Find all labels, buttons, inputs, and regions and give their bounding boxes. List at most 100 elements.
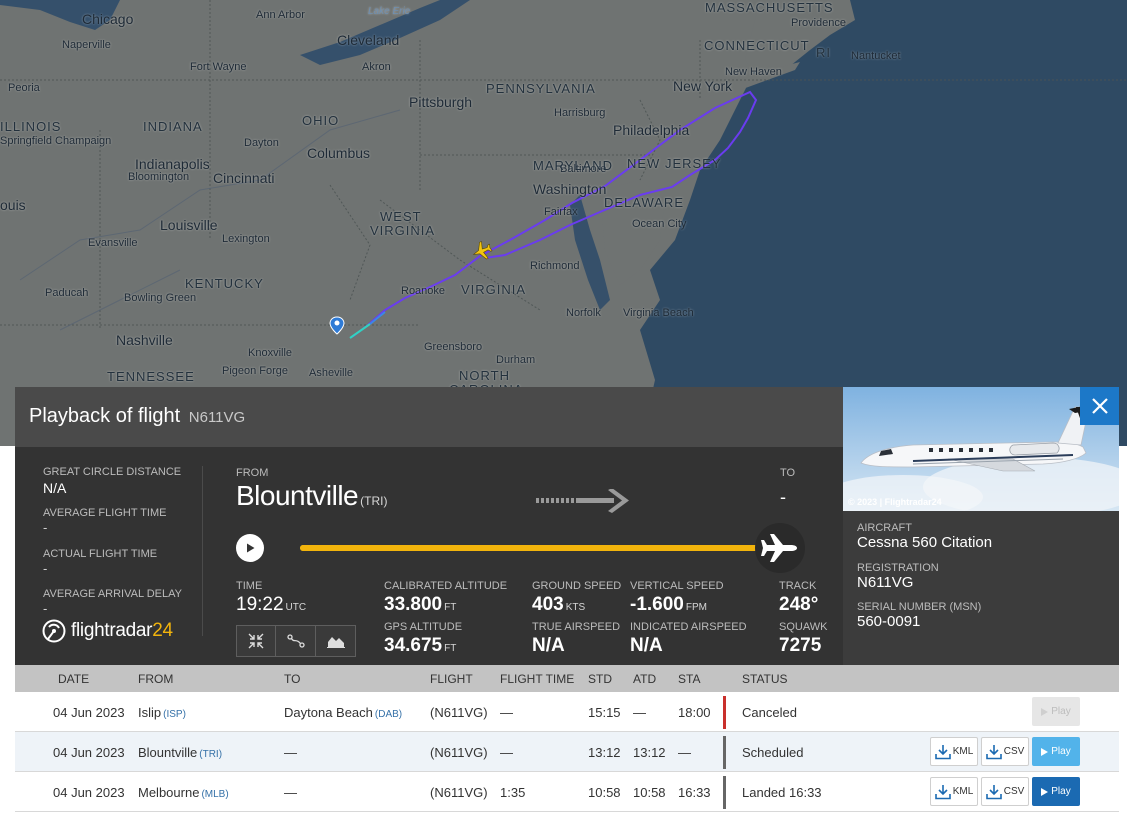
row-to-city: Daytona Beach xyxy=(284,705,373,720)
panel-title-registration: N611VG xyxy=(188,409,246,426)
row-to: — xyxy=(284,785,297,800)
collapse-icon xyxy=(248,633,264,649)
column-date: DATE xyxy=(58,672,90,686)
track-label: TRACK xyxy=(779,580,817,592)
playback-progress-fill xyxy=(300,545,780,551)
download-kml-button[interactable]: KML xyxy=(930,737,978,766)
column-to: TO xyxy=(284,672,301,686)
row-to: Daytona Beach (DAB) xyxy=(284,705,402,720)
close-button[interactable] xyxy=(1080,387,1119,425)
average-flight-time-label: AVERAGE FLIGHT TIME xyxy=(43,507,167,519)
calibrated-altitude-number: 33.800 xyxy=(384,594,443,615)
airplane-icon xyxy=(761,534,797,562)
altitude-graph-button[interactable] xyxy=(316,625,356,657)
map-state-label: PENNSYLVANIA xyxy=(486,81,596,96)
row-date: 04 Jun 2023 xyxy=(53,705,125,720)
column-std: STD xyxy=(588,672,612,686)
row-flight: (N611VG) xyxy=(430,785,488,800)
panel-title: Playback of flight N611VG xyxy=(29,405,245,428)
registration-value: N611VG xyxy=(857,574,914,591)
great-circle-distance-value: N/A xyxy=(43,480,67,496)
map-city-label: Pittsburgh xyxy=(409,94,473,110)
play-flight-button[interactable]: Play xyxy=(1032,777,1080,806)
csv-label: CSV xyxy=(1003,786,1025,797)
download-icon xyxy=(934,744,951,759)
from-city: Blountville (TRI) xyxy=(236,480,387,512)
row-sta: 16:33 xyxy=(678,785,711,800)
download-icon xyxy=(934,784,951,799)
map-city-label: Indianapolis xyxy=(135,156,210,172)
time-value: 19:22 UTC xyxy=(236,594,306,616)
map-state-label: WEST xyxy=(380,209,422,224)
route-toggle-button[interactable] xyxy=(276,625,316,657)
map-state-label: NEW JERSEY xyxy=(627,156,722,171)
aircraft-photo[interactable]: © 2023 | Flightradar24 xyxy=(843,387,1119,511)
row-std: 13:12 xyxy=(588,745,621,760)
map-city-label: ouis xyxy=(0,197,26,213)
row-from-code[interactable]: (TRI) xyxy=(199,749,222,760)
map-city-label: Ann Arbor xyxy=(256,9,305,21)
download-csv-button[interactable]: CSV xyxy=(981,737,1029,766)
row-from: Islip (ISP) xyxy=(138,705,186,720)
row-status: Scheduled xyxy=(742,745,804,760)
flight-playback-panel: Playback of flight N611VG GREAT CIRCLE D… xyxy=(15,387,1119,665)
row-from-code[interactable]: (MLB) xyxy=(201,789,228,800)
map-city-label: New York xyxy=(673,78,733,94)
column-atd: ATD xyxy=(633,672,657,686)
to-value: - xyxy=(780,487,786,507)
row-to-code[interactable]: (DAB) xyxy=(375,709,402,720)
map-city-label: Louisville xyxy=(160,217,218,233)
play-flight-button[interactable]: Play xyxy=(1032,737,1080,766)
aircraft-type-value: Cessna 560 Citation xyxy=(857,534,993,551)
map-city-label: Harrisburg xyxy=(554,107,606,119)
time-unit: UTC xyxy=(285,602,307,613)
download-kml-button[interactable]: KML xyxy=(930,777,978,806)
row-from: Melbourne (MLB) xyxy=(138,785,229,800)
playback-slider-handle[interactable] xyxy=(755,523,805,573)
true-airspeed-value: N/A xyxy=(532,635,565,656)
row-std: 10:58 xyxy=(588,785,621,800)
ground-speed-unit: KTS xyxy=(565,602,586,613)
vertical-speed-number: -1.600 xyxy=(630,594,684,615)
table-row: 04 Jun 2023 Melbourne (MLB) — (N611VG) 1:… xyxy=(15,772,1119,812)
vertical-speed-unit: FPM xyxy=(685,602,707,613)
map-city-label: Pigeon Forge xyxy=(222,365,289,377)
play-flight-button[interactable]: Play xyxy=(1032,697,1080,726)
from-city-name: Blountville xyxy=(236,480,359,511)
row-atd: 13:12 xyxy=(633,745,666,760)
route-icon xyxy=(286,634,305,648)
average-arrival-delay-label: AVERAGE ARRIVAL DELAY xyxy=(43,588,182,600)
to-label: TO xyxy=(780,467,796,479)
gps-altitude-value: 34.675 FT xyxy=(384,635,456,657)
play-icon xyxy=(1041,707,1049,716)
map-city-label: Peoria xyxy=(8,82,40,94)
collapse-view-button[interactable] xyxy=(236,625,276,657)
download-csv-button[interactable]: CSV xyxy=(981,777,1029,806)
map-city-label: Philadelphia xyxy=(613,122,690,138)
row-atd: 10:58 xyxy=(633,785,666,800)
aircraft-map-icon xyxy=(472,241,493,260)
column-status: STATUS xyxy=(742,672,788,686)
map-city-label: Bowling Green xyxy=(124,292,197,304)
column-sta: STA xyxy=(678,672,701,686)
map-city-label: Chicago xyxy=(82,11,134,27)
row-from-city: Melbourne xyxy=(138,785,200,800)
calibrated-altitude-label: CALIBRATED ALTITUDE xyxy=(384,580,508,592)
map-water-label: Lake Erie xyxy=(368,6,411,17)
left-divider xyxy=(202,466,203,636)
row-from-code[interactable]: (ISP) xyxy=(163,709,186,720)
map-city-label: Columbus xyxy=(307,145,371,161)
ground-speed-number: 403 xyxy=(532,594,564,615)
logo-text-accent: 24 xyxy=(152,620,173,641)
map-city-label: Dayton xyxy=(244,137,279,149)
average-flight-time-value: - xyxy=(43,520,48,535)
row-from-city: Blountville xyxy=(138,745,198,760)
map-city-label: Champaign xyxy=(55,135,112,147)
playback-progress-track[interactable] xyxy=(300,545,780,551)
row-atd: — xyxy=(633,705,646,720)
logo-text: flightradar xyxy=(71,620,153,641)
table-row: 04 Jun 2023 Islip (ISP) Daytona Beach (DAB… xyxy=(15,692,1119,732)
play-icon xyxy=(247,543,255,553)
play-button[interactable] xyxy=(236,534,264,562)
flight-map[interactable]: Chicago Ann Arbor Cleveland Naperville Fort … xyxy=(0,0,1127,446)
